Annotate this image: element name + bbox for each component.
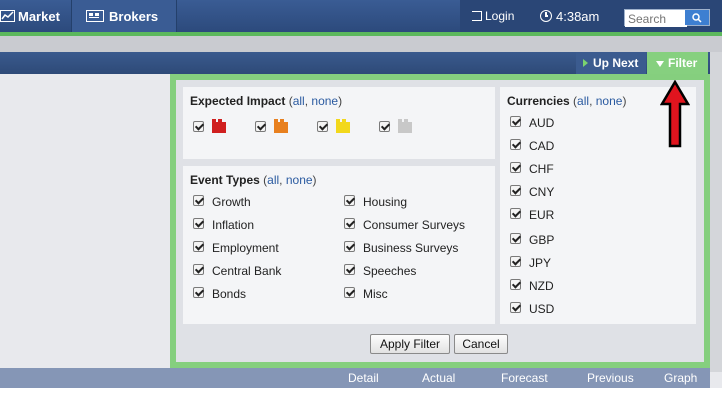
col-previous: Previous bbox=[587, 371, 634, 385]
event-types-title: Event Types (all, none) bbox=[190, 173, 317, 187]
event-business-surveys-label: Business Surveys bbox=[363, 241, 459, 255]
chart-icon bbox=[0, 10, 15, 22]
annotation-arrow-icon bbox=[660, 80, 690, 148]
event-bonds-label: Bonds bbox=[212, 287, 247, 301]
search-input[interactable] bbox=[625, 11, 687, 27]
comma: , bbox=[589, 94, 596, 108]
currency-usd-label: USD bbox=[529, 302, 555, 316]
paren-close: ) bbox=[312, 173, 317, 187]
event-consumer-surveys-label: Consumer Surveys bbox=[363, 218, 466, 232]
scrollbar[interactable] bbox=[710, 52, 722, 372]
event-misc-label: Misc bbox=[363, 287, 388, 301]
impact-nonecon-checkbox[interactable] bbox=[379, 121, 390, 132]
impact-high-icon bbox=[212, 119, 226, 133]
col-actual: Actual bbox=[422, 371, 456, 385]
nav-brokers[interactable]: Brokers bbox=[72, 0, 176, 32]
col-detail: Detail bbox=[348, 371, 379, 385]
currency-cny-label: CNY bbox=[529, 185, 555, 199]
event-speeches-checkbox[interactable] bbox=[344, 264, 355, 275]
nav-market[interactable]: Market bbox=[0, 0, 72, 32]
impact-none-link[interactable]: none bbox=[311, 94, 338, 108]
impact-all-link[interactable]: all bbox=[293, 94, 305, 108]
event-inflation-checkbox[interactable] bbox=[193, 218, 204, 229]
currency-cad-checkbox[interactable] bbox=[510, 139, 521, 150]
currency-aud-checkbox[interactable] bbox=[510, 116, 521, 127]
event-consumer-surveys-checkbox[interactable] bbox=[344, 218, 355, 229]
nav-brokers-label: Brokers bbox=[109, 8, 159, 24]
apply-filter-button[interactable]: Apply Filter bbox=[370, 334, 450, 354]
currency-cad-label: CAD bbox=[529, 139, 555, 153]
event-misc-checkbox[interactable] bbox=[344, 287, 355, 298]
impact-title-text: Expected Impact bbox=[190, 94, 286, 108]
currency-cny-checkbox[interactable] bbox=[510, 185, 521, 196]
impact-medium-icon bbox=[274, 119, 288, 133]
currency-gbp-checkbox[interactable] bbox=[510, 233, 521, 244]
impact-low-checkbox[interactable] bbox=[317, 121, 328, 132]
comma: , bbox=[279, 173, 286, 187]
event-housing-checkbox[interactable] bbox=[344, 195, 355, 206]
event-bonds-checkbox[interactable] bbox=[193, 287, 204, 298]
currencies-none-link[interactable]: none bbox=[596, 94, 623, 108]
currency-nzd-checkbox[interactable] bbox=[510, 279, 521, 290]
event-growth-label: Growth bbox=[212, 195, 251, 209]
currencies-title: Currencies (all, none) bbox=[507, 94, 626, 108]
currency-usd-checkbox[interactable] bbox=[510, 302, 521, 313]
event-employment-label: Employment bbox=[212, 241, 279, 255]
login-label: Login bbox=[485, 9, 515, 23]
clock-time: 4:38am bbox=[556, 8, 600, 24]
filter-label: Filter bbox=[668, 56, 698, 70]
clock-icon bbox=[540, 10, 552, 22]
paren-close: ) bbox=[338, 94, 343, 108]
currency-chf-label: CHF bbox=[529, 162, 554, 176]
search-icon bbox=[692, 12, 702, 23]
cancel-button[interactable]: Cancel bbox=[454, 334, 508, 354]
play-icon bbox=[583, 59, 588, 67]
impact-high-checkbox[interactable] bbox=[193, 121, 204, 132]
nav-market-label: Market bbox=[18, 8, 60, 24]
impact-nonecon-icon bbox=[398, 119, 412, 133]
funnel-icon bbox=[656, 61, 664, 67]
currencies-title-text: Currencies bbox=[507, 94, 570, 108]
event-employment-checkbox[interactable] bbox=[193, 241, 204, 252]
currencies-all-link[interactable]: all bbox=[577, 94, 589, 108]
event-types-none-link[interactable]: none bbox=[286, 173, 313, 187]
event-types-all-link[interactable]: all bbox=[267, 173, 279, 187]
event-types-title-text: Event Types bbox=[190, 173, 260, 187]
up-next-label: Up Next bbox=[593, 56, 639, 70]
event-central-bank-label: Central Bank bbox=[212, 264, 282, 278]
search-button[interactable] bbox=[685, 10, 709, 25]
page-gap bbox=[0, 36, 722, 52]
impact-title: Expected Impact (all, none) bbox=[190, 94, 342, 108]
event-inflation-label: Inflation bbox=[212, 218, 255, 232]
nav-divider bbox=[176, 0, 177, 32]
event-growth-checkbox[interactable] bbox=[193, 195, 204, 206]
impact-medium-checkbox[interactable] bbox=[255, 121, 266, 132]
search-box bbox=[624, 9, 710, 27]
event-speeches-label: Speeches bbox=[363, 264, 417, 278]
event-central-bank-checkbox[interactable] bbox=[193, 264, 204, 275]
currency-chf-checkbox[interactable] bbox=[510, 162, 521, 173]
event-business-surveys-checkbox[interactable] bbox=[344, 241, 355, 252]
login-link[interactable]: Login bbox=[472, 0, 514, 32]
currency-eur-checkbox[interactable] bbox=[510, 208, 521, 219]
event-housing-label: Housing bbox=[363, 195, 408, 209]
brokers-icon bbox=[86, 10, 104, 22]
currency-eur-label: EUR bbox=[529, 208, 555, 222]
filter-button[interactable]: Filter bbox=[647, 52, 708, 74]
clock: 4:38am bbox=[540, 0, 599, 32]
impact-low-icon bbox=[336, 119, 350, 133]
currency-nzd-label: NZD bbox=[529, 279, 554, 293]
col-graph: Graph bbox=[664, 371, 698, 385]
currency-jpy-label: JPY bbox=[529, 256, 552, 270]
currency-aud-label: AUD bbox=[529, 116, 555, 130]
currency-gbp-label: GBP bbox=[529, 233, 555, 247]
col-forecast: Forecast bbox=[501, 371, 548, 385]
currency-jpy-checkbox[interactable] bbox=[510, 256, 521, 267]
paren-close: ) bbox=[622, 94, 627, 108]
up-next-button[interactable]: Up Next bbox=[576, 52, 646, 74]
login-icon bbox=[472, 11, 482, 21]
table-body bbox=[0, 388, 722, 411]
